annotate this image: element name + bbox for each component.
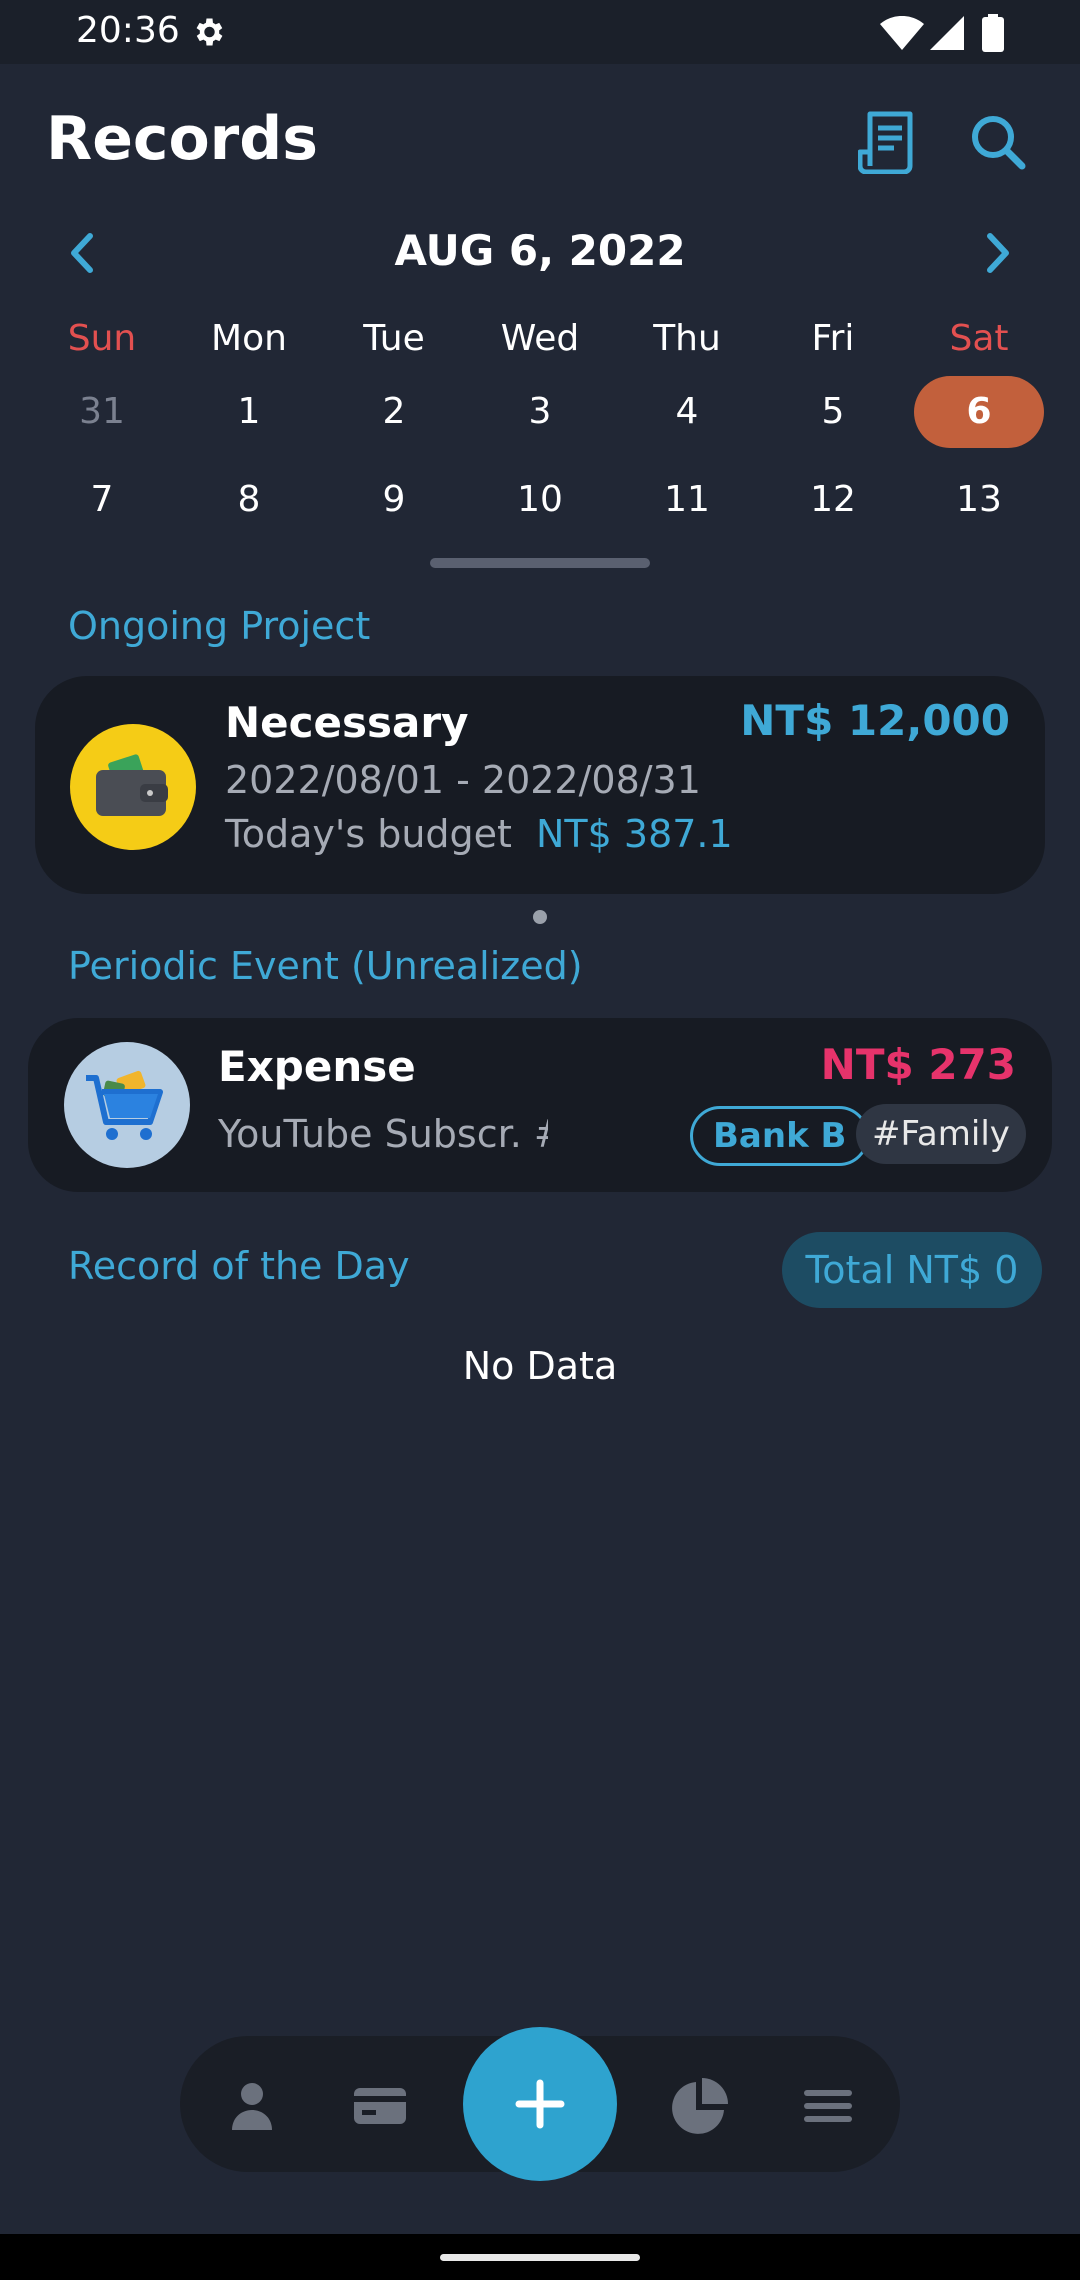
total-badge: Total NT$ 0 [782, 1232, 1042, 1308]
calendar-day[interactable]: 11 [617, 464, 757, 536]
calendar-day-selected[interactable]: 6 [914, 376, 1044, 448]
calendar-day[interactable]: 3 [470, 376, 610, 448]
hashtag-chip: #Family [856, 1104, 1026, 1164]
plus-icon [515, 2079, 565, 2129]
receipt-icon[interactable] [858, 110, 918, 174]
calendar-day[interactable]: 4 [617, 376, 757, 448]
pager-indicator [533, 910, 547, 924]
page-title: Records [46, 104, 318, 174]
project-date-range: 2022/08/01 - 2022/08/31 [225, 758, 701, 802]
calendar-day[interactable]: 7 [32, 464, 172, 536]
person-icon[interactable] [220, 2074, 284, 2138]
calendar-day[interactable]: 10 [470, 464, 610, 536]
battery-icon [982, 14, 1004, 52]
event-description: YouTube Subscr. # [218, 1112, 548, 1156]
ongoing-section-title: Ongoing Project [68, 604, 371, 648]
empty-state: No Data [462, 1344, 618, 1388]
menu-icon[interactable] [796, 2074, 860, 2138]
pie-chart-icon[interactable] [668, 2074, 732, 2138]
calendar-day[interactable]: 8 [179, 464, 319, 536]
weekday-sat: Sat [949, 318, 1009, 359]
budget-label: Today's budget [225, 812, 512, 856]
chevron-right-icon[interactable] [978, 228, 1018, 278]
weekday-thu: Thu [653, 318, 721, 359]
calendar-day[interactable]: 31 [32, 376, 172, 448]
home-indicator[interactable] [440, 2254, 640, 2261]
weekday-fri: Fri [811, 318, 855, 359]
calendar-day[interactable]: 9 [324, 464, 464, 536]
project-name: Necessary [225, 698, 469, 747]
calendar-day[interactable]: 1 [179, 376, 319, 448]
chevron-left-icon[interactable] [62, 228, 102, 278]
calendar-month-title[interactable]: AUG 6, 2022 [340, 226, 740, 275]
periodic-section-title: Periodic Event (Unrealized) [68, 944, 583, 988]
add-record-button[interactable] [463, 2027, 617, 2181]
settings-icon [196, 18, 223, 46]
weekday-tue: Tue [363, 318, 425, 359]
event-type: Expense [218, 1042, 416, 1091]
signal-icon [930, 16, 964, 50]
day-records-title: Record of the Day [68, 1244, 410, 1288]
budget-value: NT$ 387.1 [536, 812, 733, 856]
calendar-day[interactable]: 5 [763, 376, 903, 448]
wallet-icon [70, 724, 196, 850]
weekday-wed: Wed [500, 318, 580, 359]
shopping-cart-icon [64, 1042, 190, 1168]
account-tag: Bank B [690, 1106, 870, 1166]
calendar-day[interactable]: 12 [763, 464, 903, 536]
calendar-drag-handle[interactable] [430, 558, 650, 568]
weekday-sun: Sun [67, 318, 137, 359]
weekday-mon: Mon [211, 318, 287, 359]
event-amount: NT$ 273 [820, 1040, 1016, 1089]
wifi-icon [880, 16, 924, 50]
calendar-day[interactable]: 13 [909, 464, 1049, 536]
calendar-day[interactable]: 2 [324, 376, 464, 448]
search-icon[interactable] [968, 112, 1028, 172]
status-time: 20:36 [76, 10, 180, 51]
project-amount: NT$ 12,000 [740, 696, 1010, 745]
card-icon[interactable] [348, 2074, 412, 2138]
